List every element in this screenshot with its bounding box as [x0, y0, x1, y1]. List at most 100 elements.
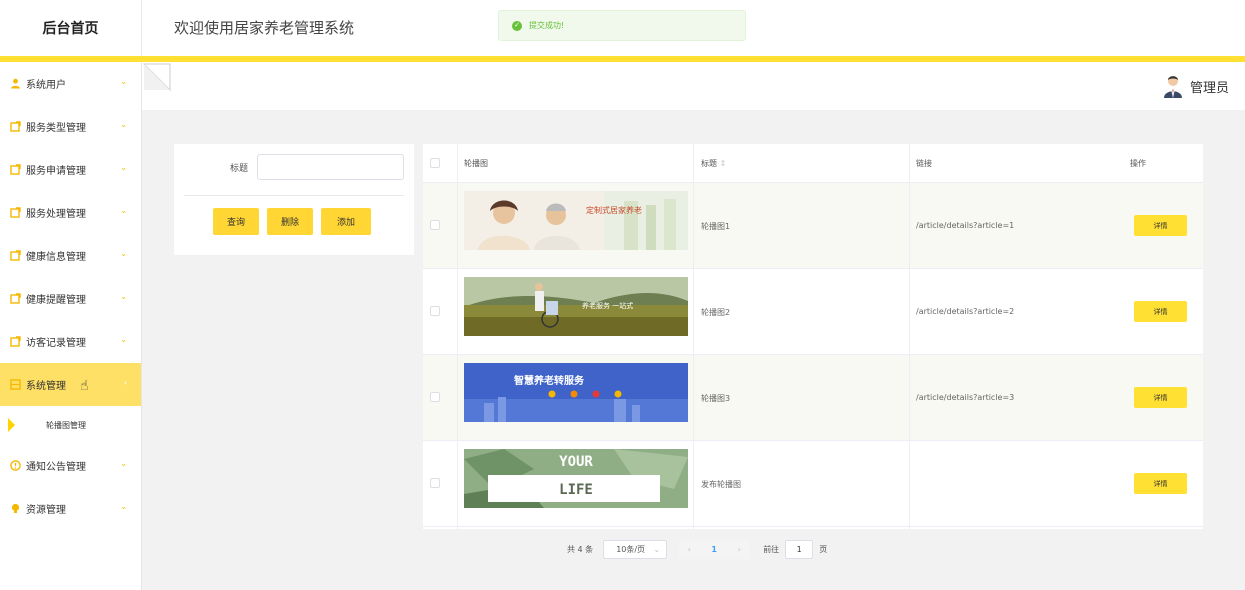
select-all-checkbox[interactable] — [430, 158, 440, 168]
toast-message: 提交成功! — [529, 21, 565, 30]
user-icon — [10, 78, 21, 89]
grid-icon — [10, 379, 21, 390]
edit-icon — [10, 164, 21, 175]
page-size-value: 10条/页 — [616, 545, 646, 554]
bulb-icon — [10, 503, 21, 514]
sidebar-item-label: 服务处理管理 — [26, 209, 86, 220]
top-header: 后台首页 欢迎使用居家养老管理系统 ✓ 提交成功! — [0, 0, 1245, 56]
table-row: YOUR LIFE 发布轮播图 详情 — [423, 441, 1203, 527]
chevron-down-icon: ⌄ — [120, 120, 127, 129]
page-title: 欢迎使用居家养老管理系统 — [174, 19, 355, 37]
table-row: 智慧养老转服务 轮播图3 /article/details?article=3 … — [423, 355, 1203, 441]
detail-button[interactable]: 详情 — [1134, 387, 1187, 408]
banner-text: 智慧养老转服务 — [514, 374, 585, 387]
detail-button[interactable]: 详情 — [1134, 215, 1187, 236]
delete-button[interactable]: 删除 — [267, 208, 313, 235]
chevron-down-icon: ⌄ — [120, 77, 127, 86]
smart-elderly-city-banner: 智慧养老转服务 — [464, 363, 688, 422]
sidebar-item-system-management[interactable]: 系统管理 ☝ ‹ — [0, 363, 141, 406]
your-life-banner: YOUR LIFE — [464, 449, 688, 508]
sidebar-subitem-carousel[interactable]: 轮播图管理 — [0, 406, 141, 444]
edit-icon — [10, 293, 21, 304]
banner-text: 养老服务 一站式 — [582, 301, 633, 310]
column-divider — [457, 144, 458, 529]
chevron-down-icon: ⌄ — [120, 292, 127, 301]
row-checkbox[interactable] — [430, 220, 440, 230]
sidebar-item-label: 访客记录管理 — [26, 338, 86, 349]
sidebar-item-label: 系统管理 — [26, 381, 66, 392]
sidebar-item-notices[interactable]: 通知公告管理 ⌄ — [0, 444, 141, 487]
header-link: 链接 — [916, 159, 932, 168]
user-name: 管理员 — [1189, 80, 1229, 96]
sidebar-item-label: 系统用户 — [26, 80, 66, 91]
row-title: 轮播图3 — [701, 394, 731, 403]
page-size-select[interactable]: 10条/页 ⌄ — [603, 540, 668, 559]
pagination: 共 4 条 10条/页 ⌄ ‹ 1 › 前往 1 页 — [567, 540, 827, 559]
sidebar-item-label: 资源管理 — [26, 505, 66, 516]
title-search-input[interactable] — [257, 154, 404, 180]
goto-label: 前往 — [763, 545, 780, 554]
goto-suffix: 页 — [819, 545, 828, 554]
edit-icon — [10, 250, 21, 261]
sidebar-subitem-label: 轮播图管理 — [46, 420, 86, 430]
search-panel: 标题 查询 删除 添加 — [174, 144, 414, 255]
add-button[interactable]: 添加 — [321, 208, 371, 235]
row-checkbox[interactable] — [430, 306, 440, 316]
detail-button[interactable]: 详情 — [1134, 473, 1187, 494]
table-row: 定制式居家养老 轮播图1 /article/details?article=1 … — [423, 183, 1203, 269]
chevron-left-icon: ‹ — [123, 378, 127, 387]
detail-button[interactable]: 详情 — [1134, 301, 1187, 322]
sidebar-item-visitor-records[interactable]: 访客记录管理 ⌄ — [0, 320, 141, 363]
sidebar-item-health-reminders[interactable]: 健康提醒管理 ⌄ — [0, 277, 141, 320]
chevron-down-icon: ⌄ — [120, 502, 127, 511]
sidebar-item-label: 通知公告管理 — [26, 462, 86, 473]
sidebar-item-service-types[interactable]: 服务类型管理 ⌄ — [0, 105, 141, 148]
header-image: 轮播图 — [464, 159, 488, 168]
row-checkbox[interactable] — [430, 392, 440, 402]
chevron-down-icon: ⌄ — [653, 545, 661, 554]
sidebar: 系统用户 ⌄ 服务类型管理 ⌄ 服务申请管理 ⌄ 服务处理管理 ⌄ 健康信息管理… — [0, 62, 142, 590]
success-toast: ✓ 提交成功! — [498, 10, 746, 41]
prev-page-button[interactable]: ‹ — [679, 540, 700, 559]
row-title: 轮播图1 — [701, 222, 731, 231]
active-marker-icon — [8, 418, 15, 432]
next-page-button[interactable]: › — [729, 540, 750, 559]
sidebar-item-label: 服务类型管理 — [26, 123, 86, 134]
user-menu[interactable]: 管理员 — [1163, 74, 1229, 98]
goto-page-input[interactable]: 1 — [785, 540, 814, 559]
query-button[interactable]: 查询 — [213, 208, 259, 235]
column-divider — [693, 144, 694, 529]
banner-text: 定制式居家养老 — [586, 205, 642, 215]
row-checkbox[interactable] — [430, 478, 440, 488]
row-title: 轮播图2 — [701, 308, 731, 317]
carousel-table: 轮播图 标题 ⇕ 链接 操作 定制式居家养老 轮播图1 /article/det… — [423, 144, 1203, 529]
chevron-down-icon: ⌄ — [120, 459, 127, 468]
chevron-down-icon: ⌄ — [120, 206, 127, 215]
current-page[interactable]: 1 — [699, 540, 730, 559]
chevron-down-icon: ⌄ — [120, 249, 127, 258]
home-link[interactable]: 后台首页 — [0, 0, 142, 56]
header-action: 操作 — [1130, 159, 1146, 168]
sidebar-item-label: 健康提醒管理 — [26, 295, 86, 306]
sidebar-item-service-processing[interactable]: 服务处理管理 ⌄ — [0, 191, 141, 234]
row-title: 发布轮播图 — [701, 480, 741, 489]
sidebar-item-service-applications[interactable]: 服务申请管理 ⌄ — [0, 148, 141, 191]
info-icon — [10, 460, 21, 471]
collapse-sidebar-icon[interactable] — [142, 62, 172, 92]
row-link: /article/details?article=2 — [916, 307, 1015, 316]
wheelchair-field-banner: 养老服务 一站式 — [464, 277, 688, 336]
avatar — [1163, 76, 1182, 98]
sort-icon[interactable]: ⇕ — [720, 159, 727, 168]
banner-text-part1: YOUR — [559, 454, 593, 470]
sidebar-item-health-info[interactable]: 健康信息管理 ⌄ — [0, 234, 141, 277]
sidebar-item-resources[interactable]: 资源管理 ⌄ — [0, 487, 141, 530]
header-title-label: 标题 — [701, 159, 717, 168]
title-filter-label: 标题 — [230, 164, 249, 174]
page-toolbar: 管理员 — [142, 62, 1245, 110]
header-title[interactable]: 标题 ⇕ — [701, 158, 726, 169]
row-link: /article/details?article=3 — [916, 393, 1015, 402]
edit-icon — [10, 207, 21, 218]
table-header: 轮播图 标题 ⇕ 链接 操作 — [423, 144, 1203, 183]
sidebar-item-label: 服务申请管理 — [26, 166, 86, 177]
sidebar-item-system-users[interactable]: 系统用户 ⌄ — [0, 62, 141, 105]
